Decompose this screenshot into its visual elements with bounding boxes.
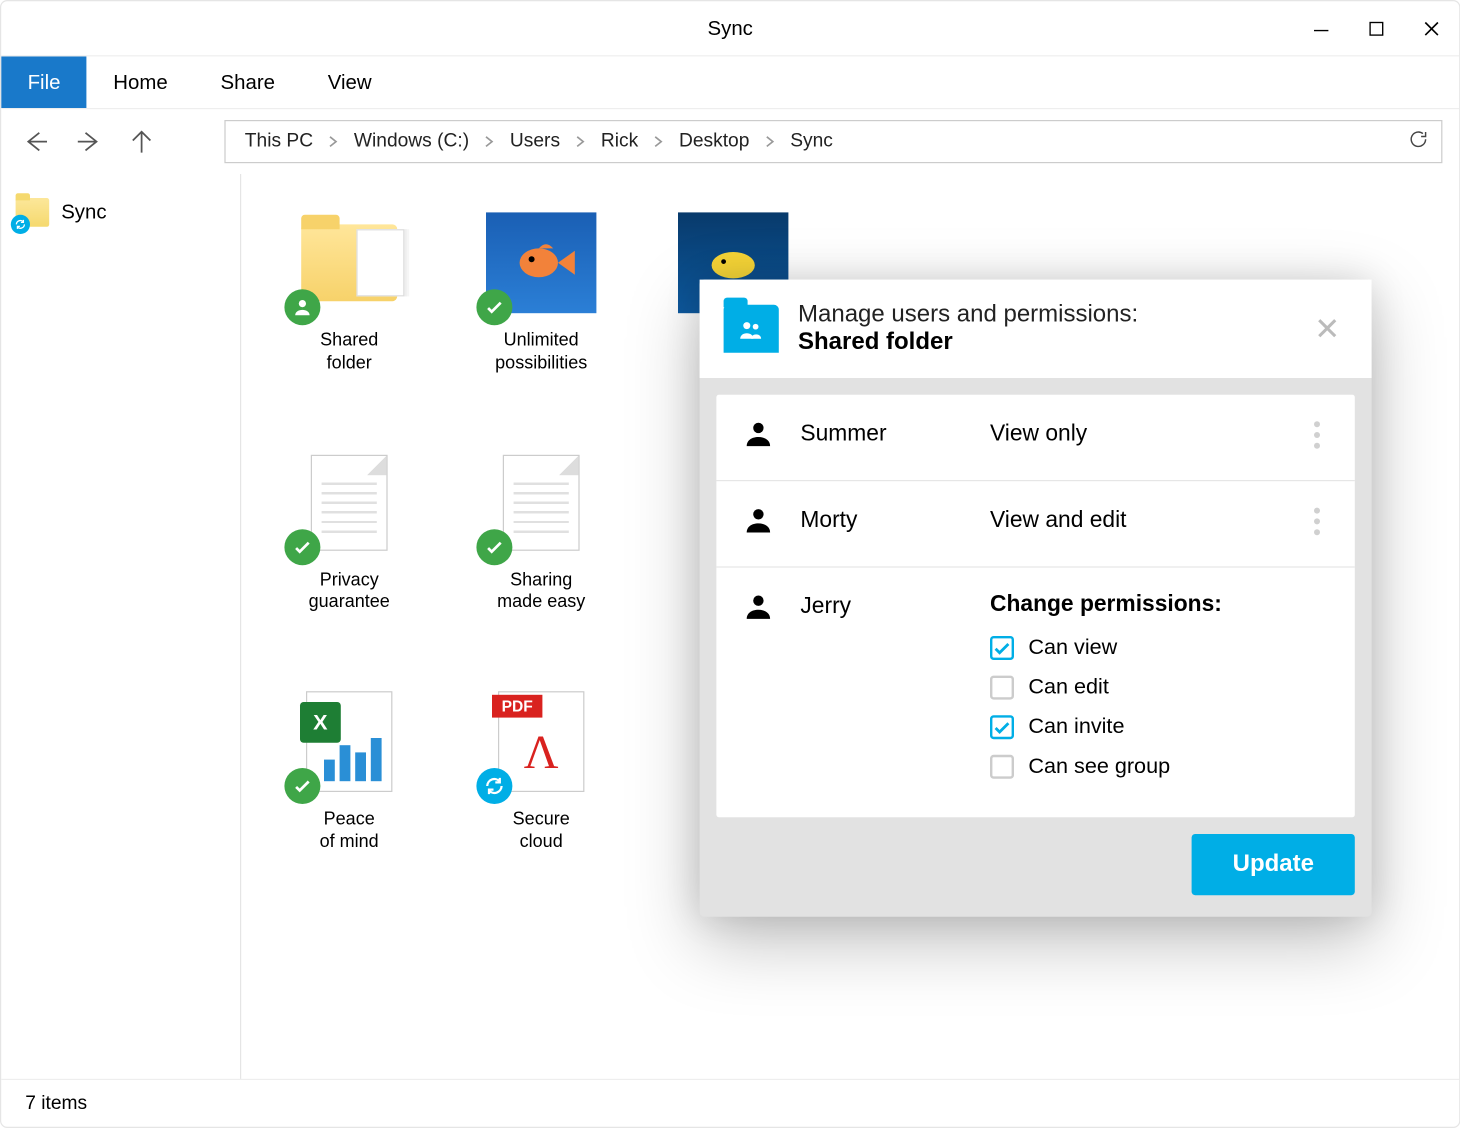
file-label: Unlimited possibilities (495, 330, 587, 375)
user-menu-button[interactable] (1304, 505, 1328, 535)
check-badge-icon (476, 289, 512, 325)
shared-badge-icon (284, 289, 320, 325)
chevron-right-icon (645, 136, 671, 148)
close-button[interactable] (1404, 1, 1459, 56)
checkbox-checked-icon[interactable] (990, 715, 1014, 739)
ribbon: File Home Share View (1, 56, 1459, 109)
ribbon-tab-share[interactable]: Share (194, 56, 301, 108)
refresh-button[interactable] (1408, 128, 1430, 156)
file-label: Privacy guarantee (309, 569, 390, 614)
sync-badge-icon (11, 215, 30, 234)
crumb[interactable]: This PC (238, 131, 321, 153)
dialog-header: Manage users and permissions: Shared fol… (700, 280, 1372, 378)
file-label: Secure cloud (513, 809, 570, 854)
user-name: Summer (800, 419, 968, 448)
file-label: Peace of mind (320, 809, 379, 854)
permission-label: Can edit (1028, 674, 1108, 699)
nav-row: This PC Windows (C:) Users Rick Desktop … (1, 109, 1459, 174)
file-item-unlimited[interactable]: Unlimited possibilities (469, 208, 613, 375)
ribbon-tab-file[interactable]: File (1, 56, 87, 108)
checkbox-icon[interactable] (990, 675, 1014, 699)
user-name: Jerry (800, 592, 968, 621)
user-menu-button[interactable] (1304, 419, 1328, 449)
window-frame: Sync File Home Share View This PC Window… (0, 0, 1460, 1128)
dialog-close-button[interactable]: ✕ (1307, 310, 1348, 347)
file-item-peace[interactable]: X Peace of mind (277, 686, 421, 853)
crumb[interactable]: Desktop (672, 131, 757, 153)
dialog-body: Summer View only Morty View and edit Jer… (716, 395, 1354, 817)
permissions-dialog: Manage users and permissions: Shared fol… (700, 280, 1372, 917)
checkbox-checked-icon[interactable] (990, 635, 1014, 659)
chevron-right-icon (567, 136, 593, 148)
item-count: 7 items (25, 1093, 87, 1115)
dialog-subtitle: Shared folder (798, 329, 1288, 357)
tree-item-sync[interactable]: Sync (16, 198, 226, 227)
chevron-right-icon (757, 136, 783, 148)
user-permission: View only (990, 419, 1283, 448)
crumb[interactable]: Sync (783, 131, 840, 153)
file-label: Shared folder (320, 330, 378, 375)
dialog-title: Manage users and permissions: (798, 301, 1288, 329)
permission-option[interactable]: Can edit (990, 674, 1328, 699)
sync-badge-icon (476, 768, 512, 804)
crumb[interactable]: Users (503, 131, 568, 153)
dialog-footer: Update (700, 834, 1372, 917)
user-row-expanded: Jerry Change permissions: Can view Can e… (716, 568, 1354, 818)
titlebar: Sync (1, 1, 1459, 56)
update-button[interactable]: Update (1192, 834, 1355, 895)
person-icon (743, 419, 779, 456)
folder-icon (301, 224, 397, 301)
user-row: Summer View only (716, 395, 1354, 481)
chevron-right-icon (320, 136, 346, 148)
crumb[interactable]: Rick (594, 131, 646, 153)
checkbox-icon[interactable] (990, 754, 1014, 778)
crumb[interactable]: Windows (C:) (347, 131, 477, 153)
permission-option[interactable]: Can view (990, 635, 1328, 660)
maximize-button[interactable] (1349, 1, 1404, 56)
permission-label: Can view (1028, 635, 1117, 660)
permission-option[interactable]: Can see group (990, 754, 1328, 779)
window-title: Sync (708, 16, 753, 40)
user-row: Morty View and edit (716, 481, 1354, 567)
change-permissions-label: Change permissions: (990, 592, 1328, 618)
ribbon-tab-home[interactable]: Home (87, 56, 194, 108)
file-label: Sharing made easy (497, 569, 585, 614)
user-name: Morty (800, 505, 968, 534)
file-item-secure[interactable]: PDFΛ Secure cloud (469, 686, 613, 853)
minimize-button[interactable] (1294, 1, 1349, 56)
check-badge-icon (476, 529, 512, 565)
person-icon (743, 505, 779, 542)
sidebar: Sync (1, 174, 241, 1079)
user-permission: View and edit (990, 505, 1283, 534)
forward-button[interactable] (71, 124, 107, 160)
document-icon (311, 454, 388, 550)
tree-item-label: Sync (61, 200, 106, 224)
document-icon (503, 454, 580, 550)
permission-option[interactable]: Can invite (990, 714, 1328, 739)
permission-label: Can see group (1028, 754, 1170, 779)
ribbon-tab-view[interactable]: View (301, 56, 398, 108)
file-item-privacy[interactable]: Privacy guarantee (277, 447, 421, 614)
window-controls (1294, 1, 1460, 56)
back-button[interactable] (18, 124, 54, 160)
file-item-shared-folder[interactable]: Shared folder (277, 208, 421, 375)
status-bar: 7 items (1, 1079, 1459, 1127)
up-button[interactable] (124, 124, 160, 160)
file-item-sharing[interactable]: Sharing made easy (469, 447, 613, 614)
permission-label: Can invite (1028, 714, 1124, 739)
shared-folder-icon (724, 305, 779, 353)
address-bar[interactable]: This PC Windows (C:) Users Rick Desktop … (224, 120, 1442, 163)
check-badge-icon (284, 529, 320, 565)
chevron-right-icon (476, 136, 502, 148)
person-icon (743, 592, 779, 629)
pdf-icon: PDFΛ (498, 691, 584, 792)
check-badge-icon (284, 768, 320, 804)
spreadsheet-icon: X (306, 691, 392, 792)
